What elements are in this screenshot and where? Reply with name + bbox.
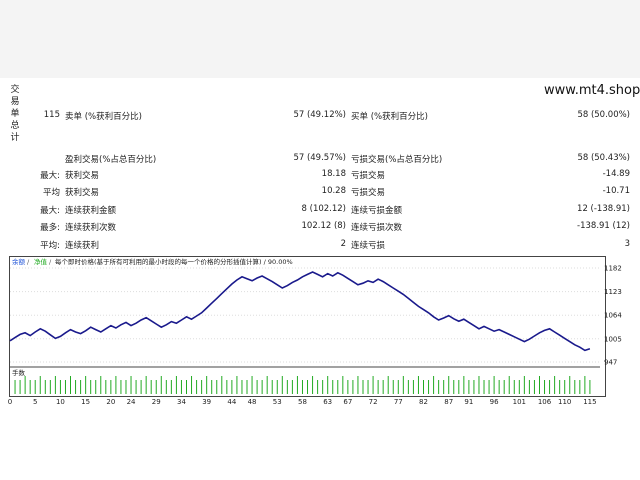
legend-equity: 净值 [34,257,48,266]
y-tick-label: 1064 [604,312,622,320]
x-tick-label: 20 [106,398,115,406]
x-tick-label: 82 [419,398,428,406]
y-tick-label: 947 [604,359,617,367]
x-tick-label: 67 [343,398,352,406]
x-tick-label: 24 [127,398,136,406]
y-tick-label: 1123 [604,288,622,296]
x-tick-label: 0 [8,398,12,406]
x-tick-label: 53 [273,398,282,406]
x-tick-label: 110 [558,398,571,406]
x-tick-label: 48 [248,398,257,406]
volume-bars [14,376,591,394]
x-tick-label: 115 [583,398,596,406]
x-tick-label: 77 [394,398,403,406]
x-tick-label: 44 [227,398,236,406]
x-tick-label: 87 [444,398,453,406]
x-axis-ticks: 0 5 10 15 20 24 29 34 39 44 48 53 58 63 67 72 77 82 87 91 96… [8,398,597,406]
x-tick-label: 72 [369,398,378,406]
legend-separator: / [27,258,30,266]
x-tick-label: 15 [81,398,90,406]
x-tick-label: 58 [298,398,307,406]
y-tick-label: 1182 [604,265,622,273]
volume-label: 手数 [12,368,26,377]
x-tick-label: 10 [56,398,65,406]
chart-grid [10,267,600,363]
x-tick-label: 29 [152,398,161,406]
x-tick-label: 96 [490,398,499,406]
x-tick-label: 63 [323,398,332,406]
x-tick-label: 34 [177,398,186,406]
x-tick-label: 5 [33,398,37,406]
x-tick-label: 39 [202,398,211,406]
balance-chart: 余额 / 净值 / 每个即时价格(基于所有可利用的最小时段的每一个价格的分形插值… [8,257,623,406]
y-tick-label: 1005 [604,335,622,343]
legend-description: 每个即时价格(基于所有可利用的最小时段的每一个价格的分形插值计算) / 90.0… [55,257,293,266]
x-tick-label: 91 [464,398,473,406]
x-tick-label: 101 [513,398,526,406]
x-tick-label: 106 [538,398,552,406]
legend-balance: 余额 [12,257,26,266]
legend-separator: / [49,258,52,266]
y-axis-ticks: 1182 1123 1064 1005 947 [604,265,622,367]
